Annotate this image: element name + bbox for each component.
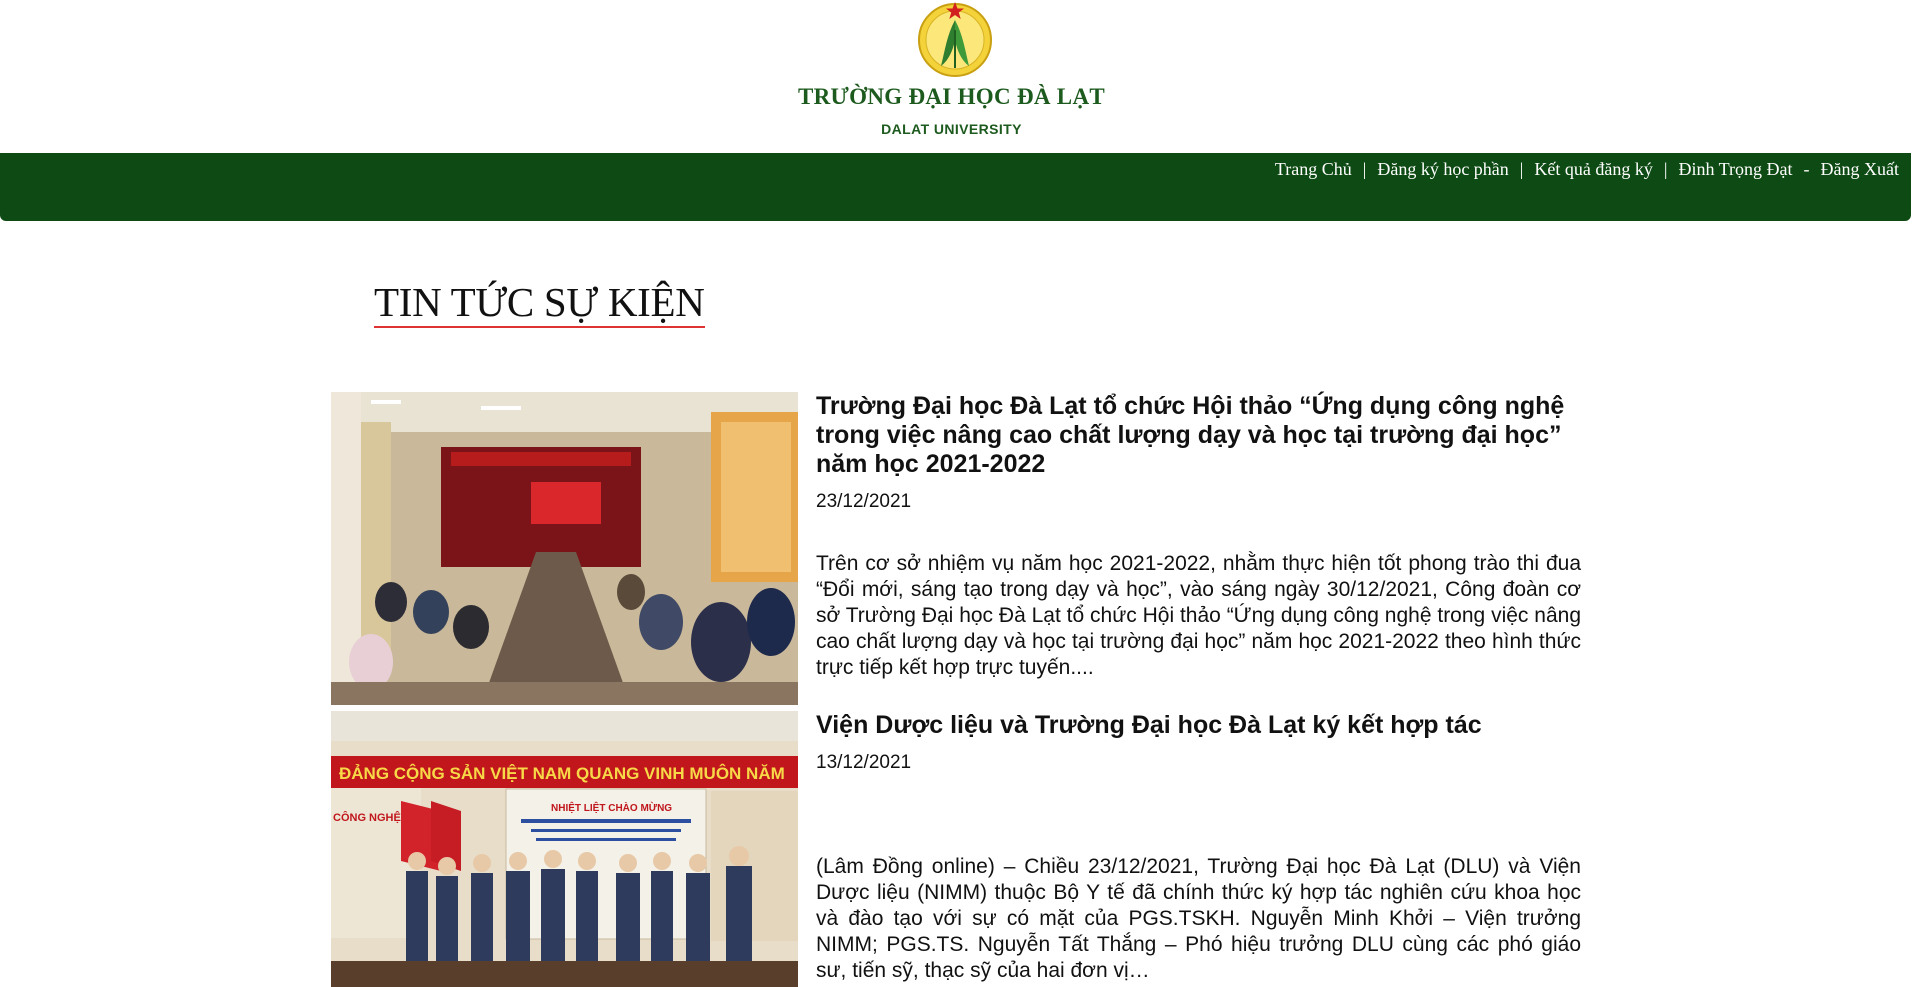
nav-home-link[interactable]: Trang Chủ: [1275, 159, 1352, 180]
banner-party-text: ĐẢNG CỘNG SẢN VIỆT NAM QUANG VINH MUÔN N…: [339, 764, 785, 783]
site-header: TRƯỜNG ĐẠI HỌC ĐÀ LẠT DALAT UNIVERSITY: [0, 0, 1919, 153]
news-content: Trường Đại học Đà Lạt tổ chức Hội thảo “…: [816, 392, 1581, 681]
news-excerpt: (Lâm Đồng online) – Chiều 23/12/2021, Tr…: [816, 855, 1581, 982]
nav-menu: Trang Chủ | Đăng ký học phần | Kết quả đ…: [1275, 159, 1899, 180]
school-name: TRƯỜNG ĐẠI HỌC ĐÀ LẠT: [797, 84, 1106, 109]
news-content: Viện Dược liệu và Trường Đại học Đà Lạt …: [816, 711, 1581, 984]
school-name-english: DALAT UNIVERSITY: [881, 121, 1022, 137]
news-excerpt: Trên cơ sở nhiệm vụ năm học 2021-2022, n…: [816, 552, 1581, 679]
nav-user-name-link[interactable]: Đinh Trọng Đạt: [1678, 159, 1792, 180]
conference-photo-icon: [331, 392, 798, 705]
nav-logout-link[interactable]: Đăng Xuất: [1821, 159, 1899, 180]
news-date: 23/12/2021: [816, 491, 912, 512]
banner-welcome-text: NHIỆT LIỆT CHÀO MỪNG: [551, 801, 672, 814]
section-title: TIN TỨC SỰ KIỆN: [374, 278, 705, 328]
group-photo-icon: ĐẢNG CỘNG SẢN VIỆT NAM QUANG VINH MUÔN N…: [331, 711, 798, 987]
news-title-link[interactable]: Trường Đại học Đà Lạt tổ chức Hội thảo “…: [816, 392, 1581, 479]
main-navbar: Trang Chủ | Đăng ký học phần | Kết quả đ…: [0, 153, 1911, 221]
nav-course-registration-link[interactable]: Đăng ký học phần: [1377, 159, 1508, 180]
university-logo-icon[interactable]: [917, 0, 993, 78]
news-thumbnail-conference[interactable]: [331, 392, 798, 705]
nav-separator: |: [1362, 159, 1367, 179]
news-item: ĐẢNG CỘNG SẢN VIỆT NAM QUANG VINH MUÔN N…: [331, 711, 1581, 987]
nav-user-separator: -: [1803, 159, 1810, 179]
news-date: 13/12/2021: [816, 752, 912, 773]
nav-registration-results-link[interactable]: Kết quả đăng ký: [1534, 159, 1652, 180]
nav-separator: |: [1519, 159, 1524, 179]
news-thumbnail-group[interactable]: ĐẢNG CỘNG SẢN VIỆT NAM QUANG VINH MUÔN N…: [331, 711, 798, 987]
news-title-link[interactable]: Viện Dược liệu và Trường Đại học Đà Lạt …: [816, 711, 1581, 740]
news-item: Trường Đại học Đà Lạt tổ chức Hội thảo “…: [331, 392, 1581, 705]
nav-separator: |: [1663, 159, 1668, 179]
